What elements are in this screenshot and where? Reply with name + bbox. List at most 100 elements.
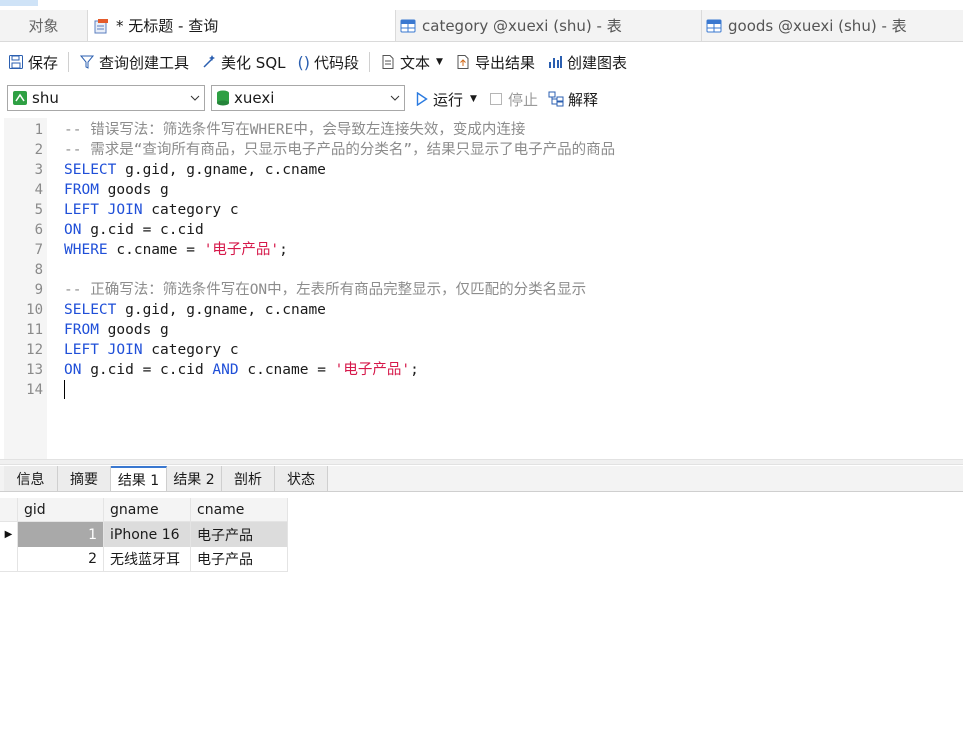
tab-result-1[interactable]: 结果 1 [111,466,167,491]
document-icon [380,54,396,70]
tab-summary[interactable]: 摘要 [58,466,111,491]
line-number: 1 [34,122,43,138]
run-label: 运行 [433,90,464,109]
line-number: 11 [26,322,43,338]
tab-goods-table[interactable]: goods @xuexi (shu) - 表 [702,10,963,41]
pane-splitter[interactable] [0,459,963,465]
table-cell[interactable]: 电子产品 [191,547,288,572]
line-number: 7 [34,242,43,258]
code-line: SELECT g.gid, g.gname, c.cname [64,162,326,178]
line-number: 12 [26,342,43,358]
caret-down-icon: ▼ [470,94,477,104]
result-tab-bar: 信息 摘要 结果 1 结果 2 剖析 状态 [0,466,963,492]
toolbar-divider [369,52,370,72]
top-strip [0,0,963,10]
code-line: -- 错误写法：筛选条件写在WHERE中，会导致左连接失效，变成内连接 [64,122,526,138]
tab-profile-label: 剖析 [234,471,262,488]
current-row-arrow-icon: ▶ [4,529,13,540]
column-header-label: gname [110,501,159,518]
tab-result-1-label: 结果 1 [117,472,160,489]
line-number-gutter: 1 2 3 4 5 6 7 8 9 10 11 12 13 14 [4,118,47,459]
tab-objects[interactable]: 对象 [0,10,88,41]
code-line: LEFT JOIN category c [64,202,239,218]
sql-editor[interactable]: 1 2 3 4 5 6 7 8 9 10 11 12 13 14 -- 错误写法… [0,118,963,459]
line-number: 3 [34,162,43,178]
column-header-gname[interactable]: gname [104,498,191,522]
connection-select[interactable]: shu [7,85,205,111]
line-number: 6 [34,222,43,238]
cell-value: 2 [88,551,97,567]
row-selector[interactable] [0,547,18,572]
beautify-sql-label: 美化 SQL [221,53,286,72]
table-cell[interactable]: iPhone 16 [104,522,191,547]
tab-info[interactable]: 信息 [4,466,58,491]
code-snippet-label: 代码段 [313,53,359,72]
export-icon [455,54,471,70]
line-number: 14 [26,382,43,398]
text-mode-dropdown[interactable]: 文本 ▼ [374,47,449,77]
database-icon [216,90,230,106]
tab-untitled-query[interactable]: * 无标题 - 查询 [88,10,396,41]
connection-value: shu [32,89,59,107]
code-line: -- 正确写法：筛选条件写在ON中，左表所有商品完整显示，仅匹配的分类名显示 [64,282,587,298]
line-number: 2 [34,142,43,158]
query-icon [94,18,110,34]
line-number: 8 [34,262,43,278]
tab-result-2-label: 结果 2 [173,471,215,488]
chevron-down-icon [186,95,204,101]
code-line: LEFT JOIN category c [64,342,239,358]
code-line: FROM goods g [64,182,169,198]
row-selector[interactable]: ▶ [0,522,18,547]
beautify-sql-button[interactable]: 美化 SQL [195,47,291,77]
tab-result-2[interactable]: 结果 2 [167,466,222,491]
code-line: ON g.cid = c.cid [64,222,204,238]
tab-category-table[interactable]: category @xuexi (shu) - 表 [396,10,702,41]
cell-value: iPhone 16 [110,526,180,543]
column-header-cname[interactable]: cname [191,498,288,522]
table-cell[interactable]: 2 [18,547,104,572]
export-results-button[interactable]: 导出结果 [449,47,541,77]
explain-button[interactable]: 解释 [548,86,598,112]
database-select[interactable]: xuexi [211,85,405,111]
column-header-gid[interactable]: gid [18,498,104,522]
cell-value: 无线蓝牙耳 [110,552,180,568]
code-snippet-button[interactable]: () 代码段 [292,47,366,77]
explain-label: 解释 [568,90,599,109]
tab-status[interactable]: 状态 [275,466,328,491]
line-number: 4 [34,182,43,198]
bar-chart-icon [547,54,563,70]
table-cell[interactable]: 无线蓝牙耳 [104,547,191,572]
tab-objects-label: 对象 [28,17,59,35]
table-cell[interactable]: 1 [18,522,104,547]
query-builder-button[interactable]: 查询创建工具 [73,47,195,77]
stop-button[interactable]: 停止 [490,86,538,112]
tab-goods-table-label: goods @xuexi (shu) - 表 [728,17,907,35]
query-toolbar: 保存 查询创建工具 美化 SQL () 代码段 文本 ▼ 导出结果 创建图表 [0,42,963,82]
run-button[interactable]: 运行 ▼ [416,86,477,112]
chevron-down-icon [386,95,404,101]
code-line: ON g.cid = c.cid AND c.cname = '电子产品'; [64,362,419,378]
save-button[interactable]: 保存 [0,47,64,77]
line-number: 13 [26,362,43,378]
row-selector-header [0,498,18,522]
code-line: SELECT g.gid, g.gname, c.cname [64,302,326,318]
text-mode-label: 文本 [400,53,431,72]
tab-profile[interactable]: 剖析 [222,466,275,491]
save-label: 保存 [28,53,59,72]
caret-down-icon: ▼ [436,57,443,67]
result-grid[interactable]: gid gname cname ▶ 1 iPhone 16 电子产品 2 无线蓝… [0,492,963,742]
create-chart-label: 创建图表 [566,53,627,72]
cell-value: 电子产品 [197,552,253,568]
create-chart-button[interactable]: 创建图表 [541,47,633,77]
cell-value: 电子产品 [197,527,253,544]
table-icon [400,18,416,34]
query-builder-label: 查询创建工具 [99,53,190,72]
export-results-label: 导出结果 [474,53,535,72]
explain-icon [548,91,564,107]
magic-wand-icon [201,54,217,70]
tab-info-label: 信息 [16,471,45,488]
table-cell[interactable]: 电子产品 [191,522,288,547]
document-tab-bar: 对象 * 无标题 - 查询 category @xuexi (shu) - 表 … [0,10,963,42]
tab-summary-label: 摘要 [70,471,98,488]
tab-category-table-label: category @xuexi (shu) - 表 [422,17,622,35]
